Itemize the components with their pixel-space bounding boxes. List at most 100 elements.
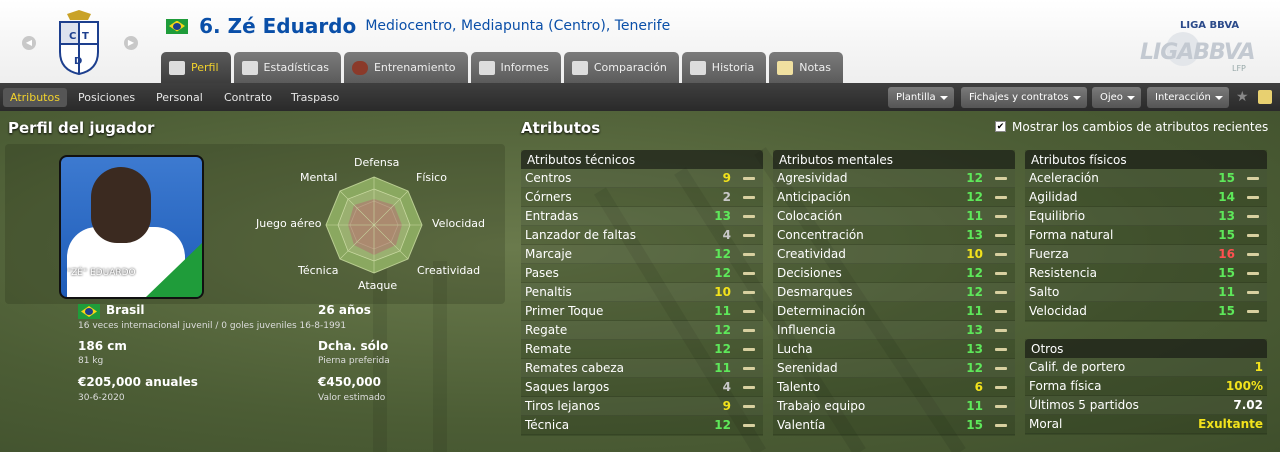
- attribute-row[interactable]: Últimos 5 partidos 7.02: [1025, 396, 1267, 415]
- attribute-row[interactable]: Salto 11: [1025, 283, 1267, 302]
- attribute-row[interactable]: Fuerza 16: [1025, 245, 1267, 264]
- tab-comparacion[interactable]: Comparación: [563, 52, 679, 83]
- dropdown-plantilla[interactable]: Plantilla: [888, 87, 954, 108]
- attribute-row[interactable]: Saques largos 4: [521, 378, 763, 397]
- photo-face: [91, 167, 151, 243]
- attribute-row[interactable]: Primer Toque 11: [521, 302, 763, 321]
- attribute-row[interactable]: Equilibrio 13: [1025, 207, 1267, 226]
- tab-informes[interactable]: Informes: [470, 52, 561, 83]
- tab-historia[interactable]: Historia: [681, 52, 767, 83]
- report-icon: [478, 60, 495, 75]
- attribute-value: 12: [714, 342, 731, 356]
- attribute-value: 12: [714, 323, 731, 337]
- tab-label: Entrenamiento: [373, 61, 456, 74]
- attribute-row[interactable]: Pases 12: [521, 264, 763, 283]
- attribute-row[interactable]: Desmarques 12: [773, 283, 1015, 302]
- attribute-name: Resistencia: [1029, 266, 1097, 280]
- attribute-row[interactable]: Agresividad 12: [773, 169, 1015, 188]
- attribute-name: Técnica: [525, 418, 570, 432]
- attribute-value: Exultante: [1198, 417, 1263, 431]
- attribute-row[interactable]: Decisiones 12: [773, 264, 1015, 283]
- tab-entrenamiento[interactable]: Entrenamiento: [343, 52, 468, 83]
- attribute-row[interactable]: Marcaje 12: [521, 245, 763, 264]
- attribute-row[interactable]: Calif. de portero 1: [1025, 358, 1267, 377]
- tab-notas[interactable]: Notas: [769, 52, 843, 83]
- subtab-traspaso[interactable]: Traspaso: [284, 88, 346, 107]
- attribute-row[interactable]: Córners 2: [521, 188, 763, 207]
- attribute-row[interactable]: Colocación 11: [773, 207, 1015, 226]
- attribute-row[interactable]: Forma natural 15: [1025, 226, 1267, 245]
- attribute-row[interactable]: Velocidad 15: [1025, 302, 1267, 321]
- no-change-dash-icon: [743, 367, 755, 370]
- player-age: 26 años: [318, 303, 371, 317]
- attribute-name: Equilibrio: [1029, 209, 1086, 223]
- attribute-value: 11: [966, 399, 983, 413]
- subtab-atributos[interactable]: Atributos: [3, 88, 67, 107]
- attribute-name: Forma natural: [1029, 228, 1114, 242]
- note-add-icon[interactable]: [1258, 90, 1272, 104]
- attribute-row[interactable]: Regate 12: [521, 321, 763, 340]
- attribute-name: Últimos 5 partidos: [1029, 398, 1139, 412]
- attribute-row[interactable]: Resistencia 15: [1025, 264, 1267, 283]
- no-change-dash-icon: [743, 329, 755, 332]
- no-change-dash-icon: [995, 177, 1007, 180]
- attribute-value: 9: [722, 171, 731, 185]
- technical-panel-title: Atributos técnicos: [521, 150, 763, 169]
- attribute-name: Regate: [525, 323, 568, 337]
- attribute-name: Aceleración: [1029, 171, 1099, 185]
- show-changes-checkbox[interactable]: ✔: [995, 121, 1006, 132]
- history-icon: [689, 60, 706, 75]
- attribute-row[interactable]: Influencia 13: [773, 321, 1015, 340]
- attribute-value: 12: [966, 171, 983, 185]
- tab-perfil[interactable]: Perfil: [161, 52, 231, 83]
- subtab-personal[interactable]: Personal: [149, 88, 210, 107]
- nationality[interactable]: Brasil: [106, 303, 145, 317]
- attribute-row[interactable]: Concentración 13: [773, 226, 1015, 245]
- dropdown-interaccion[interactable]: Interacción: [1147, 87, 1229, 108]
- attribute-row[interactable]: Moral Exultante: [1025, 415, 1267, 434]
- no-change-dash-icon: [995, 386, 1007, 389]
- attribute-row[interactable]: Talento 6: [773, 378, 1015, 397]
- attribute-row[interactable]: Anticipación 12: [773, 188, 1015, 207]
- attribute-row[interactable]: Remate 12: [521, 340, 763, 359]
- league-logo-lfp: LFP: [1232, 64, 1246, 73]
- attribute-value: 6: [974, 380, 983, 394]
- player-value-label: Valor estimado: [318, 393, 386, 403]
- attribute-row[interactable]: Remates cabeza 11: [521, 359, 763, 378]
- attribute-value: 11: [966, 304, 983, 318]
- league-logo-big: LIGABBVA: [1140, 40, 1255, 65]
- star-icon[interactable]: ★: [1236, 89, 1249, 105]
- tab-estadisticas[interactable]: Estadísticas: [233, 52, 341, 83]
- attribute-row[interactable]: Agilidad 14: [1025, 188, 1267, 207]
- attribute-row[interactable]: Técnica 12: [521, 416, 763, 435]
- attribute-name: Desmarques: [777, 285, 853, 299]
- no-change-dash-icon: [743, 386, 755, 389]
- attribute-row[interactable]: Entradas 13: [521, 207, 763, 226]
- dropdown-fichajes[interactable]: Fichajes y contratos: [961, 87, 1087, 108]
- subtab-posiciones[interactable]: Posiciones: [71, 88, 142, 107]
- attribute-row[interactable]: Centros 9: [521, 169, 763, 188]
- attribute-row[interactable]: Serenidad 12: [773, 359, 1015, 378]
- attribute-row[interactable]: Determinación 11: [773, 302, 1015, 321]
- attribute-row[interactable]: Creatividad 10: [773, 245, 1015, 264]
- attribute-value: 9: [722, 399, 731, 413]
- attribute-row[interactable]: Forma física 100%: [1025, 377, 1267, 396]
- attribute-name: Agresividad: [777, 171, 848, 185]
- attribute-row[interactable]: Trabajo equipo 11: [773, 397, 1015, 416]
- attribute-row[interactable]: Penaltis 10: [521, 283, 763, 302]
- radar-label-fisico: Físico: [416, 171, 447, 184]
- attribute-row[interactable]: Valentía 15: [773, 416, 1015, 435]
- attribute-value: 10: [966, 247, 983, 261]
- dropdown-ojeo[interactable]: Ojeo: [1092, 87, 1141, 108]
- radar-label-mental: Mental: [300, 171, 338, 184]
- attribute-name: Calif. de portero: [1029, 360, 1126, 374]
- attribute-row[interactable]: Tiros lejanos 9: [521, 397, 763, 416]
- back-arrow-icon[interactable]: ◀: [22, 36, 36, 50]
- forward-arrow-icon[interactable]: ▶: [124, 36, 138, 50]
- preferred-foot: Dcha. sólo: [318, 339, 389, 353]
- attribute-row[interactable]: Aceleración 15: [1025, 169, 1267, 188]
- player-positions[interactable]: Mediocentro, Mediapunta (Centro), Teneri…: [365, 18, 670, 34]
- subtab-contrato[interactable]: Contrato: [217, 88, 279, 107]
- attribute-row[interactable]: Lucha 13: [773, 340, 1015, 359]
- attribute-row[interactable]: Lanzador de faltas 4: [521, 226, 763, 245]
